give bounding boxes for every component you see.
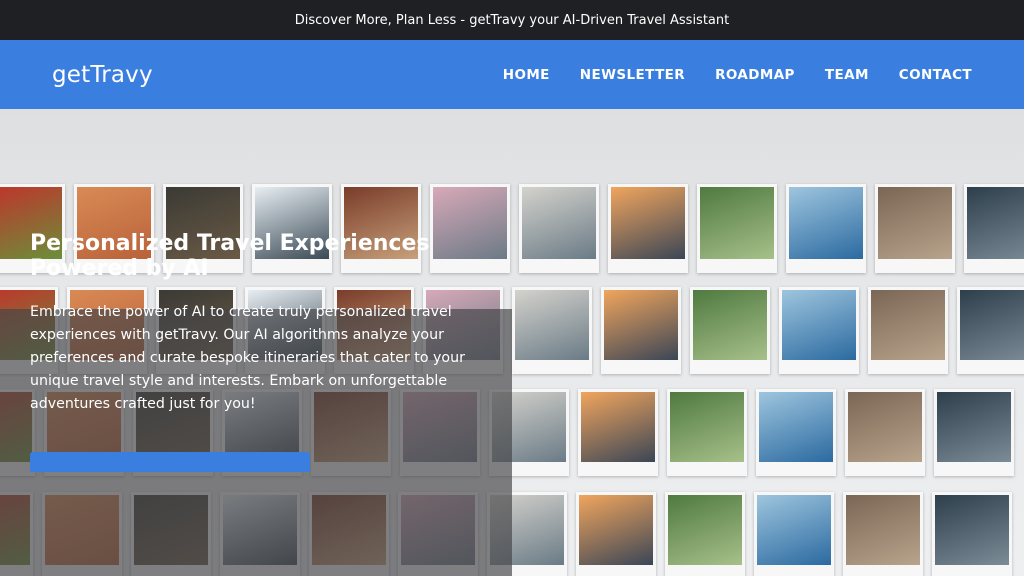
photo-image: [515, 290, 589, 360]
photo-image: [757, 495, 831, 565]
photo-image: [693, 290, 767, 360]
travel-photo: [608, 184, 688, 273]
travel-photo: [845, 389, 925, 476]
photo-image: [848, 392, 922, 462]
photo-image: [878, 187, 952, 259]
photo-image: [871, 290, 945, 360]
photo-image: [700, 187, 774, 259]
hero-cta-button[interactable]: [30, 452, 310, 472]
travel-photo: [697, 184, 777, 273]
travel-photo: [601, 287, 681, 374]
travel-photo: [875, 184, 955, 273]
photo-image: [960, 290, 1024, 360]
travel-photo: [779, 287, 859, 374]
travel-photo: [932, 492, 1012, 576]
travel-photo: [843, 492, 923, 576]
brand-logo[interactable]: getTravy: [52, 62, 153, 88]
travel-photo: [690, 287, 770, 374]
travel-photo: [665, 492, 745, 576]
photo-image: [937, 392, 1011, 462]
travel-photo: [512, 287, 592, 374]
photo-image: [579, 495, 653, 565]
nav-home[interactable]: HOME: [503, 67, 550, 83]
nav-newsletter[interactable]: NEWSLETTER: [580, 67, 685, 83]
travel-photo: [957, 287, 1024, 374]
photo-image: [759, 392, 833, 462]
photo-image: [782, 290, 856, 360]
travel-photo: [578, 389, 658, 476]
nav-contact[interactable]: CONTACT: [899, 67, 972, 83]
travel-photo: [756, 389, 836, 476]
travel-photo: [519, 184, 599, 273]
site-header: getTravy HOME NEWSLETTER ROADMAP TEAM CO…: [0, 40, 1024, 109]
hero-description: Embrace the power of AI to create truly …: [30, 304, 465, 412]
photo-image: [604, 290, 678, 360]
nav-roadmap[interactable]: ROADMAP: [715, 67, 795, 83]
travel-photo: [934, 389, 1014, 476]
announcement-bar: Discover More, Plan Less - getTravy your…: [0, 0, 1024, 40]
travel-photo: [754, 492, 834, 576]
travel-photo: [964, 184, 1024, 273]
travel-photo: [667, 389, 747, 476]
main-nav: HOME NEWSLETTER ROADMAP TEAM CONTACT: [503, 67, 972, 83]
photo-image: [789, 187, 863, 259]
travel-photo: [786, 184, 866, 273]
photo-image: [611, 187, 685, 259]
announcement-text: Discover More, Plan Less - getTravy your…: [294, 12, 730, 28]
photo-image: [670, 392, 744, 462]
photo-image: [522, 187, 596, 259]
photo-image: [668, 495, 742, 565]
nav-team[interactable]: TEAM: [825, 67, 869, 83]
photo-image: [967, 187, 1024, 259]
travel-photo: [576, 492, 656, 576]
photo-image: [581, 392, 655, 462]
photo-image: [935, 495, 1009, 565]
photo-image: [846, 495, 920, 565]
hero-title: Personalized Travel Experiences Powered …: [30, 231, 430, 281]
travel-photo: [868, 287, 948, 374]
